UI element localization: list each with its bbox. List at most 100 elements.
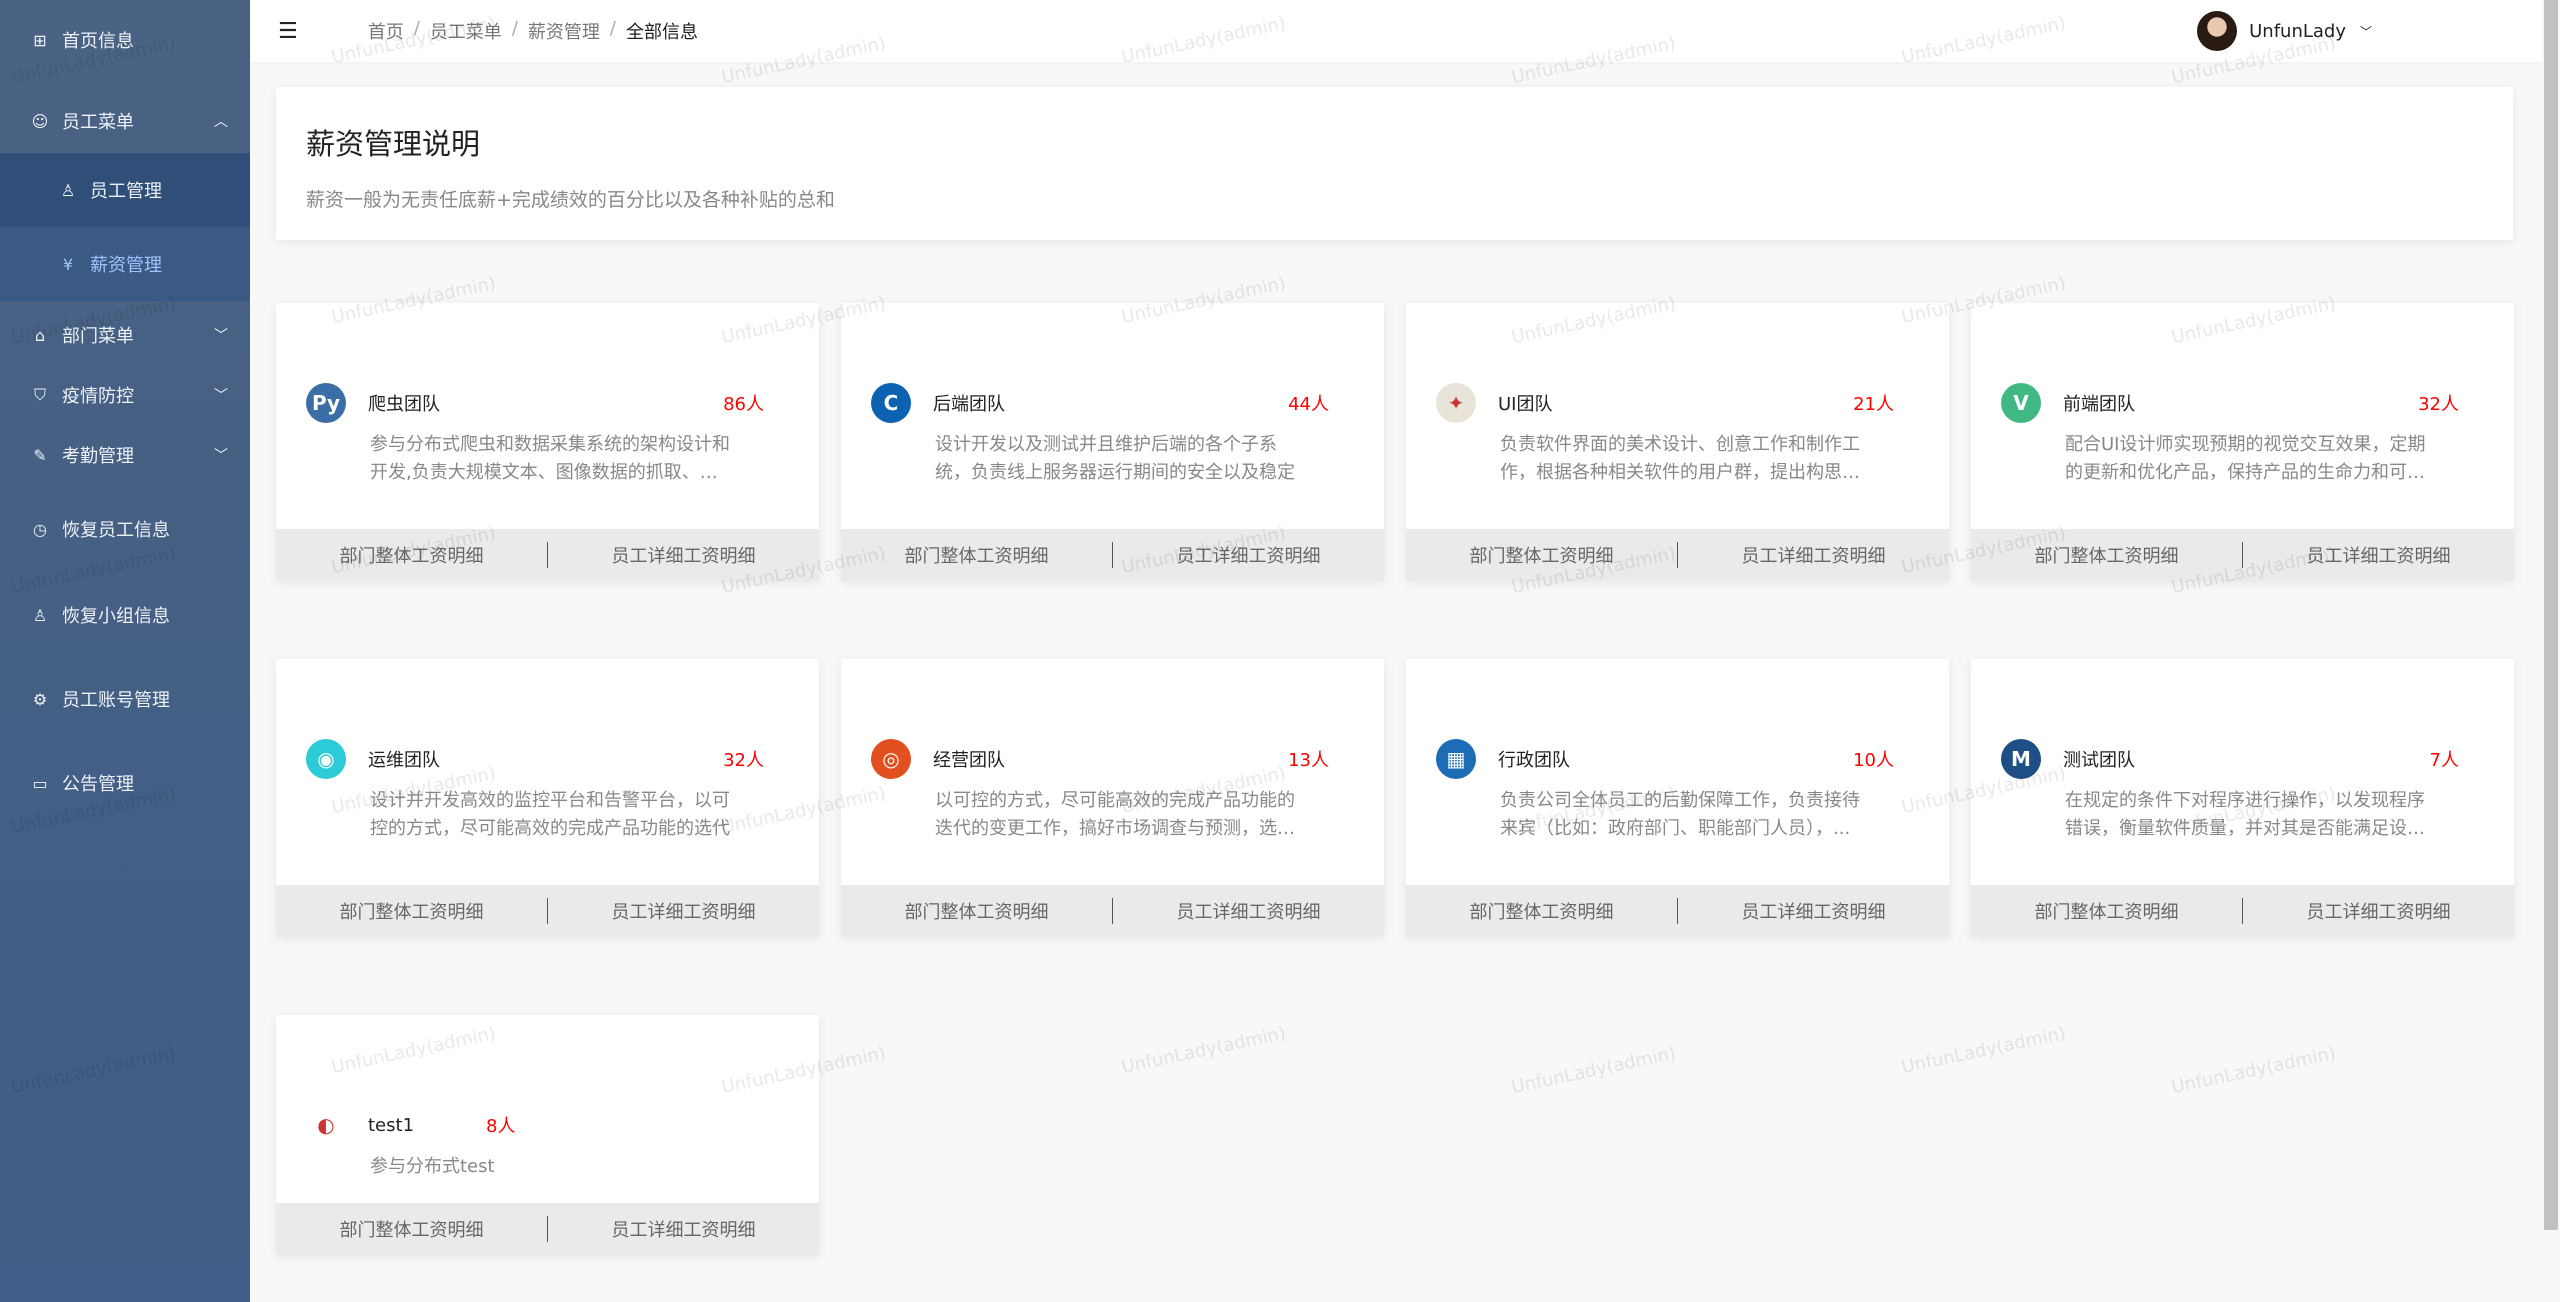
menu-toggle-icon[interactable]: ☰: [278, 19, 298, 44]
dept-salary-detail-link[interactable]: 部门整体工资明细: [1406, 898, 1677, 924]
salary-icon: ¥: [62, 254, 74, 274]
team-count: 13人: [1288, 750, 1329, 771]
card-footer: 部门整体工资明细 员工详细工资明细: [276, 885, 819, 937]
team-logo-icon: V: [2001, 383, 2041, 423]
breadcrumb-current: 全部信息: [625, 22, 698, 43]
team-logo-icon: ▦: [1436, 739, 1476, 779]
chevron-up-icon: ︿: [214, 114, 228, 130]
team-card: C 后端团队 44人 设计开发以及测试并且维护后端的各个子系统，负责线上服务器运…: [841, 303, 1384, 581]
team-description: 在规定的条件下对程序进行操作，以发现程序错误，衡量软件质量，并对其是否能满足设计…: [2065, 790, 2425, 839]
team-description: 设计开发以及测试并且维护后端的各个子系统，负责线上服务器运行期间的安全以及稳定: [935, 434, 1295, 483]
sidebar-item-restore-employee[interactable]: ◷ 恢复员工信息: [0, 485, 250, 573]
dept-salary-detail-link[interactable]: 部门整体工资明细: [1971, 898, 2242, 924]
team-card: V 前端团队 32人 配合UI设计师实现预期的视觉交互效果，定期的更新和优化产品…: [1971, 303, 2514, 581]
team-card: ▦ 行政团队 10人 负责公司全体员工的后勤保障工作，负责接待来宾（比如：政府部…: [1406, 659, 1949, 937]
dept-salary-detail-link[interactable]: 部门整体工资明细: [1406, 542, 1677, 568]
team-name: 行政团队: [1498, 750, 1570, 771]
breadcrumb-item[interactable]: 员工菜单: [430, 18, 502, 44]
sidebar-item-salary-manage[interactable]: ¥ 薪资管理: [0, 227, 250, 301]
team-name: 爬虫团队: [368, 394, 440, 415]
chevron-down-icon: ﹀: [214, 388, 228, 404]
employee-salary-detail-link[interactable]: 员工详细工资明细: [2243, 898, 2514, 924]
chevron-down-icon: ﹀: [214, 328, 228, 344]
team-count: 44人: [1288, 394, 1329, 415]
scrollbar[interactable]: [2544, 0, 2558, 1230]
dept-salary-detail-link[interactable]: 部门整体工资明细: [841, 542, 1112, 568]
users-icon: ☺: [31, 111, 49, 131]
sidebar-item-employee-manage[interactable]: ♙ 员工管理: [0, 153, 250, 227]
gear-icon: ⚙: [32, 689, 48, 709]
team-logo-icon: ◐: [306, 1105, 346, 1145]
team-name: test1: [368, 1114, 415, 1136]
card-footer: 部门整体工资明细 员工详细工资明细: [1406, 885, 1949, 937]
employee-submenu: ♙ 员工管理 ¥ 薪资管理: [0, 153, 250, 301]
card-footer: 部门整体工资明细 员工详细工资明细: [276, 529, 819, 581]
sidebar-item-dept-menu[interactable]: ⌂ 部门菜单 ﹀: [0, 305, 250, 365]
employee-salary-detail-link[interactable]: 员工详细工资明细: [548, 542, 819, 568]
team-logo-icon: ◉: [306, 739, 346, 779]
sidebar-item-attendance[interactable]: ✎ 考勤管理 ﹀: [0, 425, 250, 485]
card-footer: 部门整体工资明细 员工详细工资明细: [1406, 529, 1949, 581]
dept-salary-detail-link[interactable]: 部门整体工资明细: [841, 898, 1112, 924]
employee-salary-detail-link[interactable]: 员工详细工资明细: [1678, 898, 1949, 924]
team-count: 10人: [1853, 750, 1894, 771]
user-menu[interactable]: UnfunLady ﹀: [2197, 11, 2372, 51]
team-description: 负责软件界面的美术设计、创意工作和制作工作，根据各种相关软件的用户群，提出构思新…: [1500, 434, 1860, 483]
sidebar: ⊞ 首页信息 ☺ 员工菜单 ︿ ♙ 员工管理 ¥ 薪资管理 ⌂ 部门菜单 ﹀ ⛉ 疫情防控 ﹀ ✎…: [0, 0, 250, 1302]
dept-salary-detail-link[interactable]: 部门整体工资明细: [1971, 542, 2242, 568]
sidebar-item-epidemic[interactable]: ⛉ 疫情防控 ﹀: [0, 365, 250, 425]
sidebar-item-account[interactable]: ⚙ 员工账号管理: [0, 657, 250, 741]
sidebar-item-home[interactable]: ⊞ 首页信息: [0, 8, 250, 72]
user-icon: ♙: [32, 605, 48, 625]
team-card: M 测试团队 7人 在规定的条件下对程序进行操作，以发现程序错误，衡量软件质量，…: [1971, 659, 2514, 937]
card-footer: 部门整体工资明细 员工详细工资明细: [841, 885, 1384, 937]
team-card: ◐ test1 8人 参与分布式test 部门整体工资明细 员工详细工资明细: [276, 1015, 819, 1255]
team-name: 测试团队: [2063, 750, 2135, 771]
breadcrumb-item[interactable]: 首页: [368, 18, 404, 44]
avatar: [2197, 11, 2238, 51]
team-description: 配合UI设计师实现预期的视觉交互效果，定期的更新和优化产品，保持产品的生命力和可…: [2065, 434, 2426, 483]
card-footer: 部门整体工资明细 员工详细工资明细: [841, 529, 1384, 581]
breadcrumb-item[interactable]: 薪资管理: [528, 18, 600, 44]
dept-salary-detail-link[interactable]: 部门整体工资明细: [276, 898, 547, 924]
employee-salary-detail-link[interactable]: 员工详细工资明细: [1113, 542, 1384, 568]
description-text: 薪资一般为无责任底薪+完成绩效的百分比以及各种补贴的总和: [306, 189, 835, 211]
home-icon: ⌂: [34, 325, 46, 345]
watermark: UnfunLady(admin): [1509, 1042, 1678, 1099]
team-logo-icon: ◎: [871, 739, 911, 779]
sidebar-item-employee-menu[interactable]: ☺ 员工菜单 ︿: [0, 89, 250, 153]
chevron-down-icon: ﹀: [2359, 24, 2372, 39]
team-count: 32人: [723, 750, 764, 771]
dept-salary-detail-link[interactable]: 部门整体工资明细: [276, 542, 547, 568]
team-description: 以可控的方式，尽可能高效的完成产品功能的迭代的变更工作，搞好市场调查与预测，选择…: [935, 790, 1295, 839]
dept-salary-detail-link[interactable]: 部门整体工资明细: [276, 1216, 547, 1242]
watermark: UnfunLady(admin): [1119, 1022, 1288, 1079]
page-title: 薪资管理说明: [306, 127, 481, 161]
team-count: 32人: [2418, 394, 2459, 415]
card-footer: 部门整体工资明细 员工详细工资明细: [1971, 885, 2514, 937]
watermark: UnfunLady(admin): [1899, 1022, 2068, 1079]
user-icon: ♙: [60, 180, 76, 200]
team-logo-icon: C: [871, 383, 911, 423]
employee-salary-detail-link[interactable]: 员工详细工资明细: [1113, 898, 1384, 924]
sidebar-item-notice[interactable]: ▭ 公告管理: [0, 741, 250, 825]
team-count: 7人: [2429, 750, 2459, 771]
employee-salary-detail-link[interactable]: 员工详细工资明细: [1678, 542, 1949, 568]
employee-salary-detail-link[interactable]: 员工详细工资明细: [2243, 542, 2514, 568]
sidebar-item-restore-group[interactable]: ♙ 恢复小组信息: [0, 573, 250, 657]
header: ☰ 首页 / 员工菜单 / 薪资管理 / 全部信息 UnfunLady ﹀: [250, 0, 2542, 62]
watermark: UnfunLady(admin): [2169, 1042, 2338, 1099]
team-description: 负责公司全体员工的后勤保障工作，负责接待来宾（比如：政府部门、职能部门人员），.…: [1500, 790, 1860, 839]
team-count: 86人: [723, 394, 764, 415]
team-name: 经营团队: [933, 750, 1005, 771]
card-footer: 部门整体工资明细 员工详细工资明细: [1971, 529, 2514, 581]
team-logo-icon: M: [2001, 739, 2041, 779]
team-name: 运维团队: [368, 750, 440, 771]
team-description: 参与分布式test: [370, 1156, 495, 1177]
chevron-down-icon: ﹀: [214, 448, 228, 464]
employee-salary-detail-link[interactable]: 员工详细工资明细: [548, 1216, 819, 1242]
team-card: ✦ UI团队 21人 负责软件界面的美术设计、创意工作和制作工作，根据各种相关软…: [1406, 303, 1949, 581]
employee-salary-detail-link[interactable]: 员工详细工资明细: [548, 898, 819, 924]
team-logo-icon: Py: [306, 383, 346, 423]
team-card: Py 爬虫团队 86人 参与分布式爬虫和数据采集系统的架构设计和开发,负责大规模…: [276, 303, 819, 581]
